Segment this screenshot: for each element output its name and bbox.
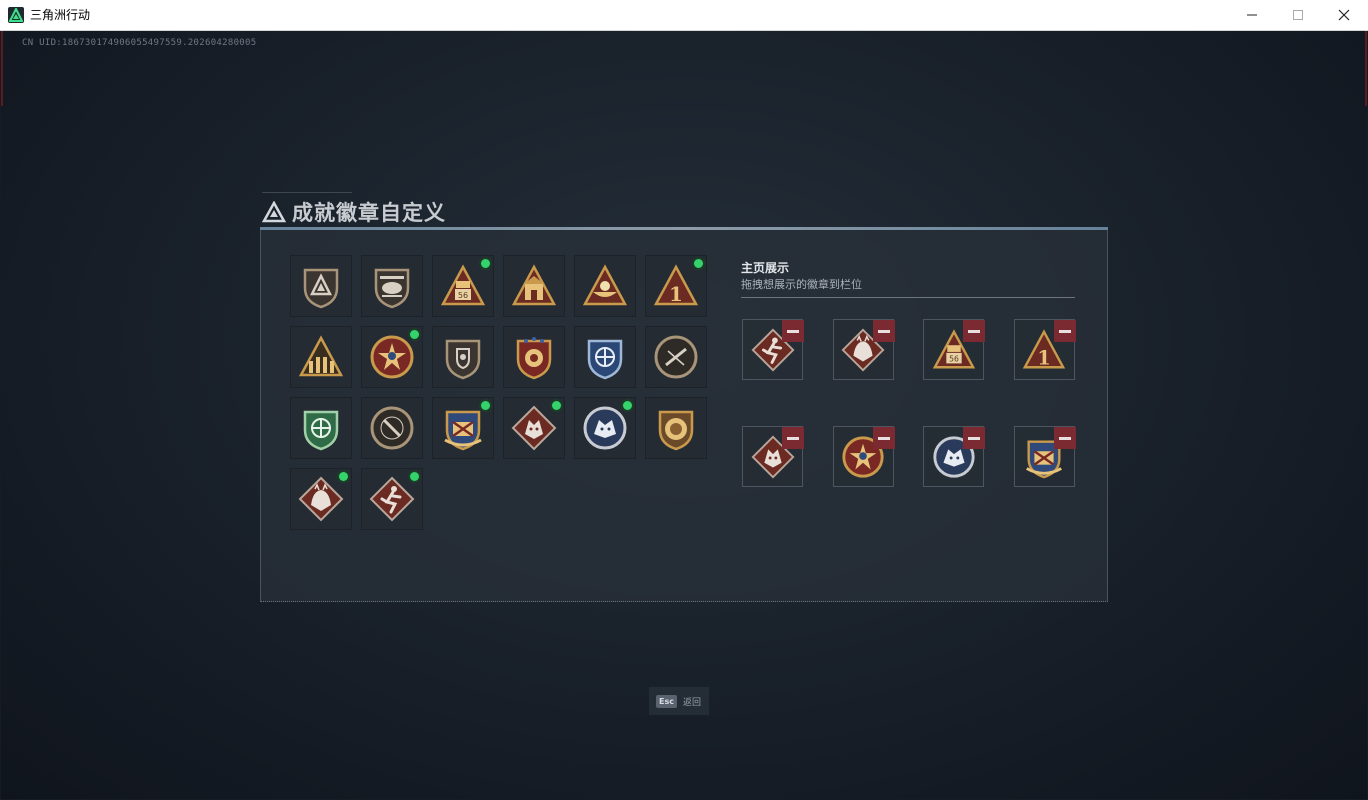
svg-text:1: 1 bbox=[1037, 346, 1050, 369]
triangle-1-badge-icon: 1 bbox=[653, 264, 699, 306]
display-slot[interactable] bbox=[742, 426, 804, 487]
badge-slot[interactable] bbox=[432, 326, 494, 388]
game-viewport: CN UID:18673017490605549755​9.2026042800… bbox=[1, 31, 1367, 799]
display-divider bbox=[741, 297, 1075, 298]
minus-icon bbox=[1058, 329, 1071, 333]
badge-slot[interactable] bbox=[432, 397, 494, 459]
display-slot[interactable] bbox=[832, 426, 895, 487]
new-indicator bbox=[410, 330, 419, 339]
new-indicator bbox=[481, 259, 490, 268]
triangle-shield-badge-icon bbox=[303, 268, 339, 309]
triangle-boat-badge-icon bbox=[582, 264, 628, 306]
badge-slot[interactable] bbox=[503, 326, 565, 388]
remove-button[interactable] bbox=[872, 427, 895, 449]
minus-icon bbox=[968, 329, 980, 333]
minimize-icon bbox=[1247, 14, 1257, 16]
display-subtitle: 拖拽想展示的徽章到栏位 bbox=[741, 278, 862, 291]
minus-icon bbox=[787, 436, 799, 440]
display-slot[interactable] bbox=[832, 319, 895, 380]
badge-slot[interactable] bbox=[290, 326, 352, 388]
back-label: 返回 bbox=[682, 697, 701, 708]
blue-crosshair-badge-icon bbox=[587, 339, 623, 380]
crest-shield-badge-icon bbox=[445, 339, 481, 380]
wolf-circle-badge-icon bbox=[583, 406, 627, 450]
close-button[interactable] bbox=[1321, 0, 1367, 30]
badge-slot[interactable] bbox=[503, 255, 565, 317]
badge-slot[interactable] bbox=[290, 468, 352, 530]
page-title: 成就徽章自定义 bbox=[292, 201, 446, 225]
minus-icon bbox=[787, 329, 799, 333]
remove-button[interactable] bbox=[872, 320, 895, 342]
badge-slot[interactable] bbox=[290, 397, 352, 459]
badge-slot[interactable] bbox=[645, 397, 707, 459]
page-heading: 成就徽章自定义 bbox=[262, 198, 446, 226]
dragon-diamond-badge-icon bbox=[298, 476, 344, 522]
new-indicator bbox=[481, 401, 490, 410]
display-slot[interactable]: 1 bbox=[1013, 319, 1076, 380]
badge-slot[interactable] bbox=[574, 326, 636, 388]
minus-icon bbox=[968, 436, 980, 440]
wolf-diamond-badge-icon bbox=[511, 405, 557, 451]
helicopter-badge-icon bbox=[374, 268, 410, 309]
new-indicator bbox=[694, 259, 703, 268]
new-indicator bbox=[623, 401, 632, 410]
edge-accent bbox=[1, 31, 3, 106]
badge-slot[interactable] bbox=[645, 326, 707, 388]
badge-slot[interactable]: 1 bbox=[645, 255, 707, 317]
minus-icon bbox=[877, 329, 890, 333]
window-titlebar: 三角洲行动 bbox=[0, 0, 1368, 31]
edge-accent bbox=[1365, 31, 1367, 106]
badge-slot[interactable] bbox=[361, 326, 423, 388]
rifle-circle-badge-icon bbox=[654, 335, 698, 379]
minimize-button[interactable] bbox=[1229, 0, 1275, 30]
remove-button[interactable] bbox=[963, 320, 985, 342]
badge-slot[interactable] bbox=[574, 397, 636, 459]
remove-button[interactable] bbox=[782, 427, 804, 449]
close-icon bbox=[1338, 9, 1350, 21]
display-slot[interactable]: 56 bbox=[923, 319, 985, 380]
new-indicator bbox=[552, 401, 561, 410]
display-slot[interactable] bbox=[742, 319, 804, 380]
badge-slot[interactable] bbox=[503, 397, 565, 459]
remove-button[interactable] bbox=[1053, 427, 1076, 449]
delta-triangle-icon bbox=[262, 201, 286, 223]
ornate-shield-badge-icon bbox=[516, 337, 552, 380]
display-slot[interactable] bbox=[1013, 426, 1076, 487]
triangle-building-badge-icon bbox=[511, 264, 557, 306]
maximize-icon bbox=[1293, 10, 1303, 20]
svg-text:56: 56 bbox=[949, 354, 959, 363]
new-indicator bbox=[339, 472, 348, 481]
esc-key-hint: Esc bbox=[656, 694, 677, 708]
runner-diamond-badge-icon bbox=[369, 476, 415, 522]
remove-button[interactable] bbox=[963, 427, 985, 449]
badge-slot[interactable]: 56 bbox=[432, 255, 494, 317]
delta-logo-icon bbox=[8, 7, 24, 23]
triangle-56-badge-icon: 56 bbox=[440, 264, 486, 306]
display-slot[interactable] bbox=[923, 426, 985, 487]
badge-panel: 56 1 主页展示 拖拽想展示的徽章到栏位 56 1 bbox=[260, 230, 1108, 602]
badge-slot[interactable] bbox=[290, 255, 352, 317]
badge-slot[interactable] bbox=[574, 255, 636, 317]
minus-icon bbox=[1058, 436, 1071, 440]
back-button[interactable]: Esc 返回 bbox=[649, 687, 709, 715]
lion-shield-badge-icon bbox=[658, 410, 694, 451]
maximize-button[interactable] bbox=[1275, 0, 1321, 30]
triangle-soldiers-badge-icon bbox=[298, 335, 344, 377]
green-crosshair-badge-icon bbox=[303, 410, 339, 451]
star-medal-badge-icon bbox=[370, 335, 414, 379]
remove-button[interactable] bbox=[1053, 320, 1076, 342]
window-title: 三角洲行动 bbox=[30, 8, 91, 22]
svg-text:1: 1 bbox=[669, 282, 683, 306]
remove-button[interactable] bbox=[782, 320, 804, 342]
badge-slot[interactable] bbox=[361, 255, 423, 317]
uid-label: CN UID:18673017490605549755​9.2026042800… bbox=[22, 38, 257, 48]
winged-crest-badge-icon bbox=[444, 410, 482, 451]
badge-slot[interactable] bbox=[361, 468, 423, 530]
new-indicator bbox=[410, 472, 419, 481]
svg-text:56: 56 bbox=[458, 291, 468, 300]
display-title: 主页展示 bbox=[741, 261, 790, 275]
badge-slot[interactable] bbox=[361, 397, 423, 459]
knife-circle-badge-icon bbox=[370, 406, 414, 450]
minus-icon bbox=[877, 436, 890, 440]
